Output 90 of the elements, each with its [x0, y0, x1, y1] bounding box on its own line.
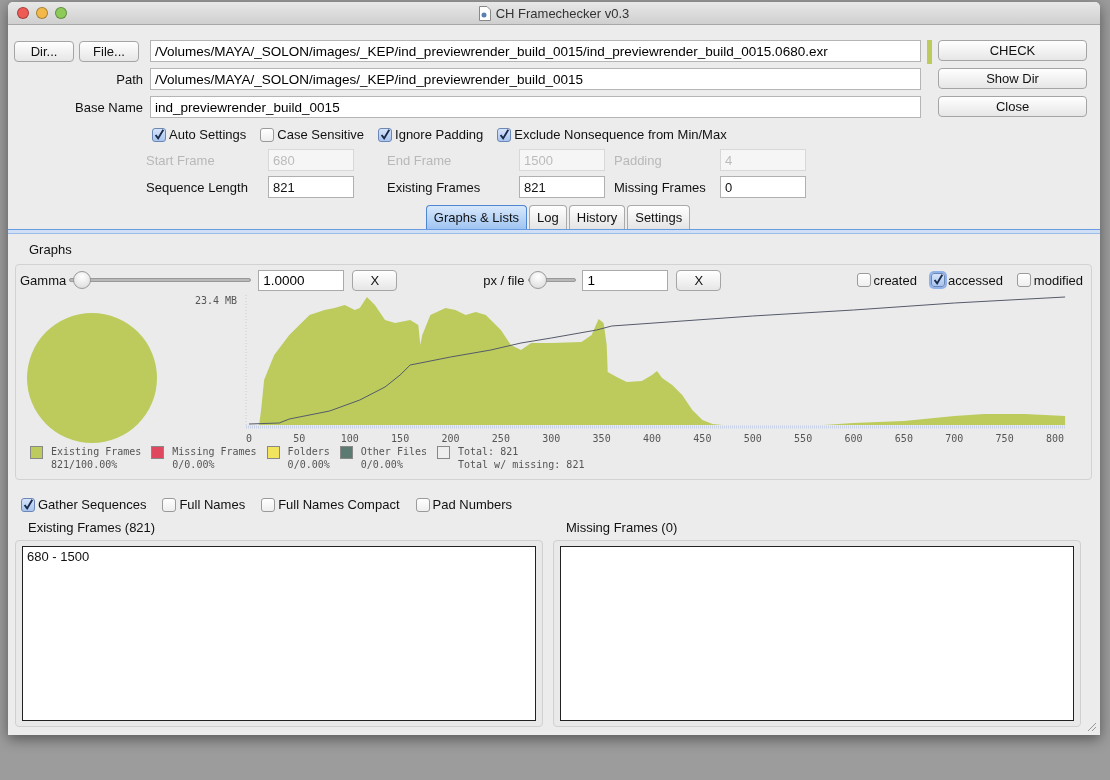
tab[interactable]: Graphs & Lists: [425, 205, 528, 229]
field-label: Missing Frames: [613, 179, 707, 195]
checkbox[interactable]: [152, 127, 166, 142]
gamma-field[interactable]: 1.0000: [258, 269, 345, 291]
legend-label: Folders: [287, 445, 330, 458]
text-field[interactable]: /Volumes/MAYA/_SOLON/images/_KEP/ind_previewrender_build_0015: [150, 68, 921, 90]
axis-tick-label: 550: [794, 433, 813, 444]
checkbox[interactable]: [1016, 273, 1031, 287]
slider-label: px / file: [483, 272, 525, 288]
browse-button[interactable]: Dir...: [14, 40, 74, 62]
legend-value: 0/0.00%: [360, 458, 404, 471]
number-field[interactable]: 821: [519, 176, 605, 198]
tab[interactable]: Settings: [627, 205, 691, 229]
reset-button[interactable]: X: [352, 269, 398, 291]
number-field[interactable]: 0: [720, 176, 806, 198]
list-title: Missing Frames (0): [565, 520, 679, 537]
checkbox[interactable]: [930, 273, 945, 287]
field-label: Path: [115, 71, 144, 87]
status-indicator: [927, 40, 932, 64]
legend-value: Total w/ missing: 821: [458, 458, 585, 471]
axis-tick-label: 100: [340, 433, 359, 444]
axis-tick-label: 750: [995, 433, 1014, 444]
checkbox[interactable]: [162, 497, 177, 512]
legend-label: Total: 821: [458, 445, 520, 458]
px-per-file-field[interactable]: 1: [582, 269, 669, 291]
px-per-file-slider[interactable]: [528, 270, 577, 290]
list-title: Existing Frames (821): [27, 520, 157, 537]
tab[interactable]: History: [568, 205, 626, 229]
legend-label: Other Files: [360, 445, 427, 458]
axis-tick-label: 450: [693, 433, 712, 444]
checkbox-option[interactable]: Ignore Padding: [378, 127, 484, 142]
legend-value: 821/100.00%: [51, 458, 119, 471]
checkbox-option[interactable]: Full Names: [162, 497, 246, 512]
checkbox-option[interactable]: Full Names Compact: [261, 497, 400, 512]
checkbox-option[interactable]: Auto Settings: [152, 127, 247, 142]
file-path-field[interactable]: /Volumes/MAYA/_SOLON/images/_KEP/ind_previewrender_build_0015/ind_previewrender_build_0015.0680.exr: [150, 40, 921, 62]
field-label: Base Name: [74, 99, 144, 115]
checkbox-option[interactable]: Pad Numbers: [415, 497, 512, 512]
checkbox[interactable]: [260, 127, 275, 142]
tab[interactable]: Log: [529, 205, 567, 229]
axis-tick-label: 800: [1045, 433, 1065, 444]
axis-tick-label: 350: [592, 433, 611, 444]
zoom-window-icon[interactable]: [55, 7, 67, 19]
document-icon: [478, 5, 491, 21]
close-window-icon[interactable]: [17, 7, 29, 19]
checkbox[interactable]: [21, 497, 35, 512]
minimize-window-icon[interactable]: [36, 7, 48, 19]
axis-tick-label: 700: [945, 433, 964, 444]
checkbox[interactable]: [415, 497, 430, 512]
slider-label: Gamma: [20, 272, 67, 288]
field-label: Existing Frames: [386, 179, 482, 195]
gamma-slider[interactable]: [69, 270, 252, 290]
action-button[interactable]: CHECK: [938, 40, 1087, 61]
axis-tick-label: 250: [491, 433, 510, 444]
legend-label: Existing Frames: [51, 445, 142, 458]
axis-tick-label: 150: [391, 433, 410, 444]
checkbox-option[interactable]: accessed: [930, 272, 1003, 288]
checkbox-option[interactable]: Gather Sequences: [21, 497, 147, 512]
axis-tick-label: 0: [246, 433, 252, 444]
checkbox[interactable]: [856, 273, 871, 287]
frame-list[interactable]: 680 - 1500: [22, 546, 536, 721]
checkbox[interactable]: [497, 127, 512, 142]
axis-tick-label: 200: [441, 433, 460, 444]
checkbox[interactable]: [261, 497, 276, 512]
checkbox-option[interactable]: Case Sensitive: [260, 127, 365, 142]
checkbox-option[interactable]: Exclude Nonsequence from Min/Max: [497, 127, 727, 142]
action-button[interactable]: Show Dir: [938, 68, 1087, 89]
action-button[interactable]: Close: [938, 96, 1087, 117]
reset-button[interactable]: X: [676, 269, 722, 291]
size-label: 23.4 MB: [195, 295, 238, 306]
legend-value: 0/0.00%: [287, 458, 330, 471]
window-title: CH Framechecker v0.3: [495, 5, 630, 21]
text-field[interactable]: ind_previewrender_build_0015: [150, 96, 921, 118]
axis-tick-label: 650: [894, 433, 913, 444]
legend-value: 0/0.00%: [172, 458, 216, 471]
checkbox[interactable]: [378, 127, 393, 142]
checkbox-option[interactable]: created: [856, 272, 917, 288]
axis-tick-label: 300: [542, 433, 561, 444]
field-label: Sequence Length: [145, 179, 249, 195]
number-field[interactable]: 821: [268, 176, 354, 198]
checkbox-option[interactable]: modified: [1016, 272, 1083, 288]
section-title: Graphs: [28, 242, 73, 259]
axis-tick-label: 500: [743, 433, 762, 444]
axis-tick-label: 600: [844, 433, 863, 444]
list-item[interactable]: 680 - 1500: [27, 549, 531, 564]
legend-label: Missing Frames: [172, 445, 257, 458]
axis-tick-label: 50: [293, 433, 306, 444]
resize-grip-icon[interactable]: [1086, 721, 1097, 732]
axis-tick-label: 400: [642, 433, 662, 444]
browse-button[interactable]: File...: [79, 40, 139, 62]
